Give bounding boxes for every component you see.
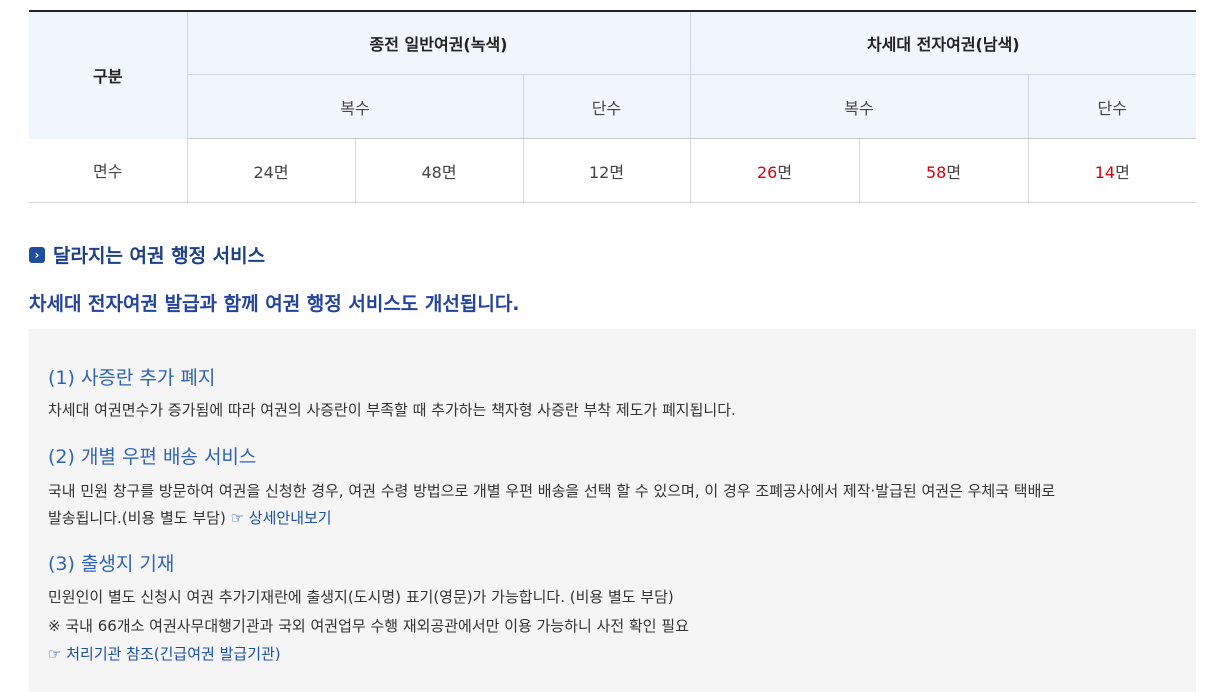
item-text-birthplace-line1: 민원인이 별도 신청시 여권 추가기재란에 출생지(도시명) 표기(영문)가 가… [48,588,674,606]
page-count-highlight: 26 [756,162,778,182]
header-new-single: 단수 [1027,74,1197,139]
section-lead: 차세대 전자여권 발급과 함께 여권 행정 서비스도 개선됩니다. [29,293,520,315]
page-count-highlight: 14 [1094,162,1116,182]
header-new-multiple: 복수 [689,74,1029,139]
item-title-birthplace: (3) 출생지 기재 [48,553,175,575]
chevron-right-icon: › [29,246,45,263]
row-label-pages: 면수 [29,138,187,203]
cell-new-single-14: 14면 [1027,138,1197,203]
item-title-postal-delivery: (2) 개별 우편 배송 서비스 [48,446,257,468]
cell-old-multiple-24: 24면 [186,138,355,203]
service-info-box: (1) 사증란 추가 폐지 차세대 여권면수가 증가됨에 따라 여권의 사증란이… [29,329,1196,692]
passport-comparison-table-wrap: 구분 종전 일반여권(녹색) 차세대 전자여권(남색) 복수 단수 복수 단수 … [29,10,1197,203]
item-text-postal-delivery-line1: 국내 민원 창구를 방문하여 여권을 신청한 경우, 여권 수령 방법으로 개별… [48,482,1056,500]
table-row: 면수 24면 48면 12면 26면 58면 14면 [29,138,1197,203]
cell-new-multiple-58: 58면 [858,138,1029,203]
section-title: 달라지는 여권 행정 서비스 [53,245,266,267]
header-group-new-passport: 차세대 전자여권(남색) [689,11,1197,75]
item-text-birthplace-note: ※ 국내 66개소 여권사무대행기관과 국외 여권업무 수행 재외공관에서만 이… [48,617,689,635]
header-old-multiple: 복수 [186,74,523,139]
cell-new-multiple-26: 26면 [689,138,860,203]
cell-old-multiple-48: 48면 [354,138,523,203]
passport-comparison-table: 구분 종전 일반여권(녹색) 차세대 전자여권(남색) 복수 단수 복수 단수 … [29,10,1197,203]
header-old-single: 단수 [522,74,691,139]
header-group-old-passport: 종전 일반여권(녹색) [186,11,691,75]
page-unit: 면 [946,162,962,182]
postal-delivery-text: 발송됩니다.(비용 별도 부담) [48,509,226,527]
processing-agency-link[interactable]: ☞ 처리기관 참조(긴급여권 발급기관) [48,641,281,668]
cell-old-single-12: 12면 [522,138,691,203]
item-text-visa-page: 차세대 여권면수가 증가됨에 따라 여권의 사증란이 부족할 때 추가하는 책자… [48,401,736,419]
item-text-postal-delivery-line2: 발송됩니다.(비용 별도 부담) ☞ 상세안내보기 [48,505,332,532]
page-unit: 면 [1115,162,1130,182]
page-unit: 면 [777,162,793,182]
header-category: 구분 [29,11,187,139]
detail-guide-link[interactable]: ☞ 상세안내보기 [231,509,332,527]
section-heading: › 달라지는 여권 행정 서비스 [29,241,265,268]
item-title-visa-page: (1) 사증란 추가 폐지 [48,367,216,389]
page-count-highlight: 58 [925,162,947,182]
